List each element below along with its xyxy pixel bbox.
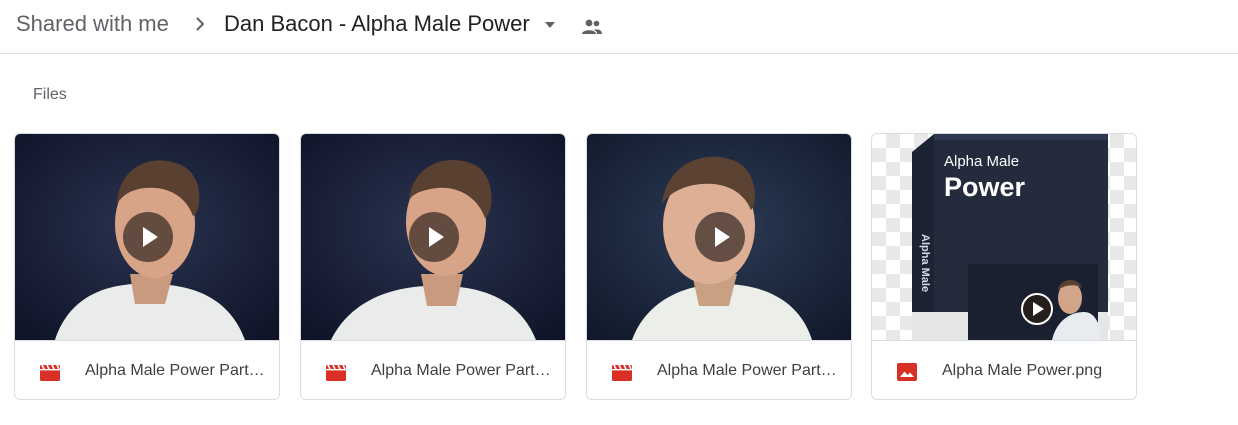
file-name: Alpha Male Power Part… — [371, 362, 551, 379]
caret-down-icon[interactable] — [542, 17, 558, 33]
play-button[interactable] — [123, 212, 173, 262]
play-icon — [143, 227, 158, 247]
file-card-footer: Alpha Male Power.png — [872, 340, 1136, 399]
play-icon — [429, 227, 444, 247]
chevron-right-icon — [196, 17, 205, 31]
box-title-text: Power — [944, 172, 1026, 202]
video-icon — [40, 364, 60, 381]
video-icon — [326, 364, 346, 381]
file-card-video-3[interactable]: Alpha Male Power Part… — [586, 133, 852, 400]
video-thumbnail[interactable] — [15, 134, 279, 340]
box-spine-text: Alpha Male — [919, 234, 931, 292]
people-icon — [582, 19, 602, 34]
file-name: Alpha Male Power Part… — [85, 362, 265, 379]
file-card-footer: Alpha Male Power Part… — [301, 340, 565, 399]
image-icon — [897, 363, 917, 381]
video-thumbnail[interactable] — [301, 134, 565, 340]
file-name: Alpha Male Power Part… — [657, 362, 837, 379]
product-box-image: Alpha Male Alpha Male Power — [912, 134, 1108, 340]
file-card-video-1[interactable]: Alpha Male Power Part… — [14, 133, 280, 400]
breadcrumb-current-folder[interactable]: Dan Bacon - Alpha Male Power — [224, 11, 530, 37]
image-thumbnail[interactable]: Alpha Male Alpha Male Power — [872, 134, 1136, 340]
video-icon — [612, 364, 632, 381]
file-name: Alpha Male Power.png — [942, 362, 1103, 379]
file-card-footer: Alpha Male Power Part… — [15, 340, 279, 399]
play-icon — [715, 227, 730, 247]
top-bar: Shared with me Dan Bacon - Alpha Male Po… — [0, 0, 1238, 54]
file-card-footer: Alpha Male Power Part… — [587, 340, 851, 399]
box-brand-text: Alpha Male — [944, 153, 1019, 170]
file-card-image[interactable]: Alpha Male Alpha Male Power Alpha Male P… — [871, 133, 1137, 400]
play-button[interactable] — [695, 212, 745, 262]
video-thumbnail[interactable] — [587, 134, 851, 340]
files-section-title: Files — [33, 86, 67, 103]
breadcrumb-shared-with-me[interactable]: Shared with me — [16, 11, 169, 37]
file-card-video-2[interactable]: Alpha Male Power Part… — [300, 133, 566, 400]
play-button[interactable] — [409, 212, 459, 262]
